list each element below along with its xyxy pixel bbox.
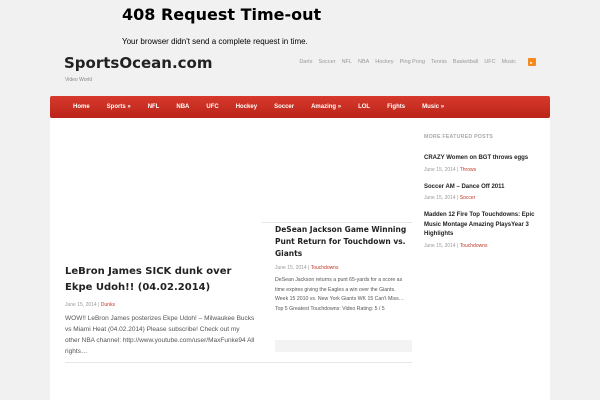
post-category[interactable]: Throws <box>460 167 476 173</box>
error-title: 408 Request Time-out <box>122 5 322 24</box>
post-meta: June 15, 2014 | Touchdowns <box>275 265 410 271</box>
post-excerpt: WOW!! LeBron James posterizes Ekpe Udoh!… <box>65 315 255 355</box>
sidebar-post: CRAZY Women on BGT throws eggs June 15, … <box>424 154 542 173</box>
post-category[interactable]: Soccer <box>460 195 476 201</box>
site-tagline: Video World <box>65 77 93 83</box>
content-area: LeBron James SICK dunk over Ekpe Udoh!! … <box>50 118 550 400</box>
divider <box>262 222 412 223</box>
post-date: June 15, 2014 <box>275 265 307 271</box>
menu-ufc[interactable]: UFC <box>206 104 218 110</box>
sidebar-post-meta: June 15, 2014 | Throws <box>424 167 542 173</box>
post-footer-strip <box>275 340 412 352</box>
sidebar-featured: MORE FEATURED POSTS CRAZY Women on BGT t… <box>424 134 542 249</box>
top-nav-nfl[interactable]: NFL <box>342 59 352 65</box>
top-nav-ufc[interactable]: UFC <box>484 59 495 65</box>
top-nav-hockey[interactable]: Hockey <box>375 59 393 65</box>
menu-nfl[interactable]: NFL <box>148 104 160 110</box>
menu-amazing[interactable]: Amazing » <box>311 104 341 110</box>
menu-nba[interactable]: NBA <box>176 104 189 110</box>
error-message: Your browser didn't send a complete requ… <box>122 37 308 46</box>
top-nav-soccer[interactable]: Soccer <box>318 59 335 65</box>
site-logo[interactable]: SportsOcean.com <box>64 54 212 72</box>
post-date: June 15, 2014 <box>424 242 456 249</box>
post-excerpt: DeSean Jackson returns a punt 65-yards f… <box>275 277 404 312</box>
top-nav-music[interactable]: Music <box>502 59 516 65</box>
menu-music[interactable]: Music » <box>422 104 444 110</box>
rss-icon[interactable] <box>528 58 536 66</box>
post-category[interactable]: Touchdowns <box>460 243 488 249</box>
menu-home[interactable]: Home <box>73 104 90 110</box>
post-date: June 15, 2014 <box>65 302 97 308</box>
top-nav-basketball[interactable]: Basketball <box>453 59 478 65</box>
sidebar-post-meta: June 15, 2014 | Soccer <box>424 195 542 201</box>
post-category[interactable]: Touchdowns <box>311 265 339 271</box>
post-meta: June 15, 2014 | Dunks <box>65 302 255 308</box>
post-date: June 15, 2014 <box>424 166 456 173</box>
sidebar-heading: MORE FEATURED POSTS <box>424 134 494 140</box>
top-nav-ping-pong[interactable]: Ping Pong <box>400 59 425 65</box>
menu-hockey[interactable]: Hockey <box>236 104 257 110</box>
menu-sports[interactable]: Sports » <box>107 104 131 110</box>
sidebar-post: Madden 12 Fire Top Touchdowns: Epic Musi… <box>424 211 542 249</box>
menu-soccer[interactable]: Soccer <box>274 104 294 110</box>
sidebar-post-title[interactable]: Soccer AM – Dance Off 2011 <box>424 183 542 193</box>
menu-fights[interactable]: Fights <box>387 104 405 110</box>
divider <box>65 362 412 363</box>
sidebar-post-title[interactable]: Madden 12 Fire Top Touchdowns: Epic Musi… <box>424 211 542 240</box>
main-menu: Home Sports » NFL NBA UFC Hockey Soccer … <box>50 96 550 118</box>
featured-post: DeSean Jackson Game Winning Punt Return … <box>275 224 410 314</box>
sidebar-post: Soccer AM – Dance Off 2011 June 15, 2014… <box>424 183 542 202</box>
post-title[interactable]: DeSean Jackson Game Winning Punt Return … <box>275 224 410 260</box>
sidebar-post-meta: June 15, 2014 | Touchdowns <box>424 243 542 249</box>
top-nav-tennis[interactable]: Tennis <box>431 59 447 65</box>
post-title[interactable]: LeBron James SICK dunk over Ekpe Udoh!! … <box>65 264 255 296</box>
top-nav: Darts Soccer NFL NBA Hockey Ping Pong Te… <box>299 58 536 66</box>
post-date: June 15, 2014 <box>424 195 456 201</box>
featured-post: LeBron James SICK dunk over Ekpe Udoh!! … <box>65 264 255 357</box>
sidebar-post-title[interactable]: CRAZY Women on BGT throws eggs <box>424 154 542 164</box>
top-nav-darts[interactable]: Darts <box>299 59 312 65</box>
post-category[interactable]: Dunks <box>101 302 115 308</box>
menu-lol[interactable]: LOL <box>358 104 370 110</box>
top-nav-nba[interactable]: NBA <box>358 59 369 65</box>
